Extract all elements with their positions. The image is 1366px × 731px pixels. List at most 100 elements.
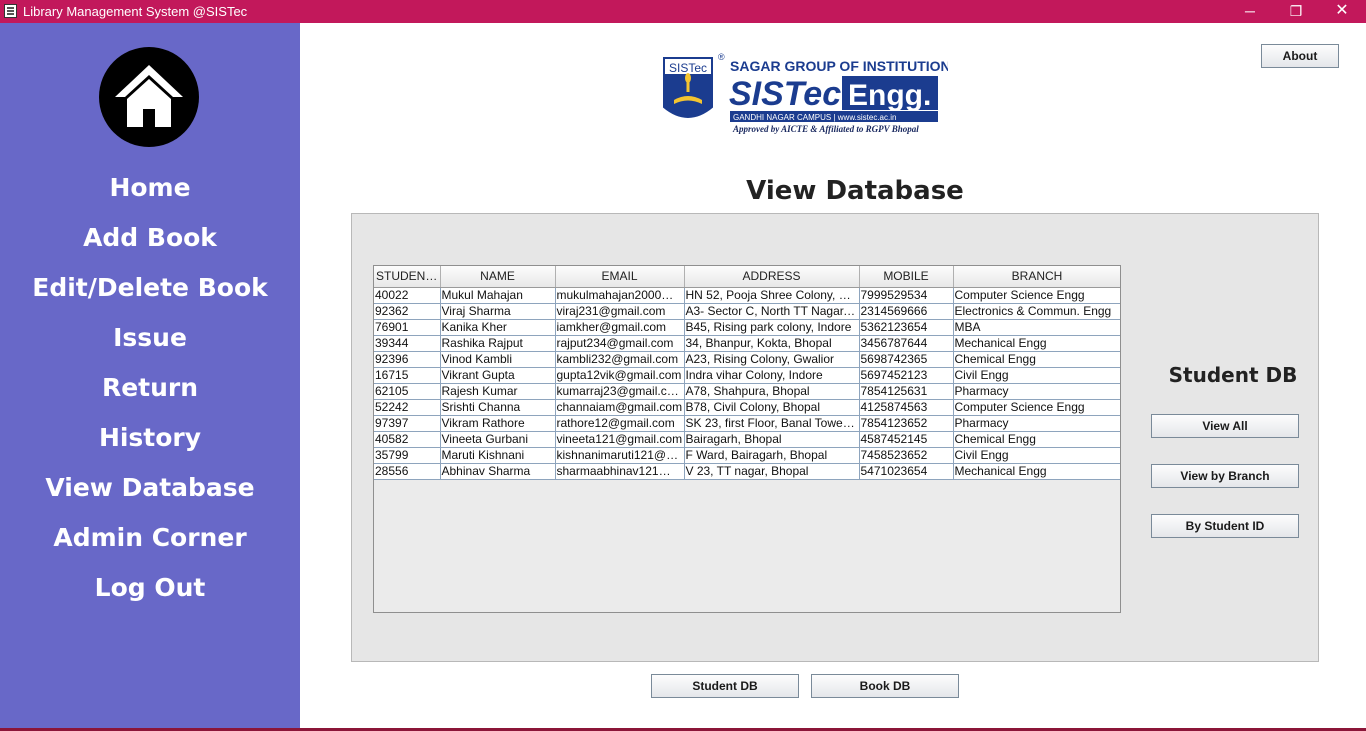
table-cell[interactable]: 7854125631	[859, 383, 954, 400]
home-icon-button[interactable]	[99, 47, 199, 147]
table-cell[interactable]: Computer Science Engg	[953, 399, 1120, 416]
table-row[interactable]: 62105 Rajesh Kumar kumarraj23@gmail.com A78…	[374, 383, 1120, 400]
sidebar-item-view-database[interactable]: View Database	[0, 473, 300, 503]
table-cell[interactable]: Chemical Engg	[953, 351, 1120, 368]
table-cell[interactable]: 52242	[374, 399, 441, 416]
table-cell[interactable]: B45, Rising park colony, Indore	[684, 319, 860, 336]
table-row[interactable]: 92362 Viraj Sharma viraj231@gmail.com A3- S…	[374, 303, 1120, 320]
table-row[interactable]: 97397 Vikram Rathore rathore12@gmail.com SK…	[374, 415, 1120, 432]
table-cell[interactable]: Viraj Sharma	[440, 303, 556, 320]
sidebar-item-issue[interactable]: Issue	[0, 323, 300, 353]
table-cell[interactable]: 7458523652	[859, 447, 954, 464]
table-cell[interactable]: gupta12vik@gmail.com	[555, 367, 685, 384]
table-cell[interactable]: 2314569666	[859, 303, 954, 320]
table-cell[interactable]: viraj231@gmail.com	[555, 303, 685, 320]
table-cell[interactable]: Vikram Rathore	[440, 415, 556, 432]
table-cell[interactable]: 5698742365	[859, 351, 954, 368]
table-cell[interactable]: 7999529534	[859, 287, 954, 304]
table-cell[interactable]: Civil Engg	[953, 367, 1120, 384]
table-cell[interactable]: Mechanical Engg	[953, 463, 1120, 480]
table-cell[interactable]: mukulmahajan2000@gmail.com	[555, 287, 685, 304]
table-row[interactable]: 28556Abhinav Sharmasharmaabhinav121@gmai…	[374, 463, 1120, 480]
about-button[interactable]: About	[1261, 44, 1339, 68]
table-cell[interactable]: rajput234@gmail.com	[555, 335, 685, 352]
table-cell[interactable]: Pharmacy	[953, 383, 1120, 400]
table-cell[interactable]: A3- Sector C, North TT Nagar, Bhopal	[684, 303, 860, 320]
table-cell[interactable]: 92396	[374, 351, 441, 368]
book-db-button[interactable]: Book DB	[811, 674, 959, 698]
table-cell[interactable]: V 23, TT nagar, Bhopal	[684, 463, 860, 480]
table-cell[interactable]: Mukul Mahajan	[440, 287, 556, 304]
maximize-button[interactable]: ❐	[1273, 0, 1319, 23]
table-row[interactable]: 35799 Maruti Kishnani kishnanimaruti121@gm…	[374, 447, 1120, 464]
minimize-button[interactable]: ─	[1227, 0, 1273, 23]
table-cell[interactable]: Mechanical Engg	[953, 335, 1120, 352]
sidebar-item-log-out[interactable]: Log Out	[0, 573, 300, 603]
table-cell[interactable]: 28556	[374, 463, 441, 480]
by-student-id-button[interactable]: By Student ID	[1151, 514, 1299, 538]
sidebar-item-edit-delete-book[interactable]: Edit/Delete Book	[0, 273, 300, 303]
column-header[interactable]: ADDRESS	[684, 266, 860, 288]
table-cell[interactable]: sharmaabhinav121@gmail.com	[555, 463, 685, 480]
table-cell[interactable]: 5697452123	[859, 367, 954, 384]
column-header[interactable]: EMAIL	[555, 266, 685, 288]
view-all-button[interactable]: View All	[1151, 414, 1299, 438]
table-row[interactable]: 16715 Vikrant Gupta gupta12vik@gmail.com In…	[374, 367, 1120, 384]
table-cell[interactable]: 40582	[374, 431, 441, 448]
table-cell[interactable]: Vikrant Gupta	[440, 367, 556, 384]
table-cell[interactable]: 5471023654	[859, 463, 954, 480]
table-cell[interactable]: Rashika Rajput	[440, 335, 556, 352]
table-cell[interactable]: 34, Bhanpur, Kokta, Bhopal	[684, 335, 860, 352]
table-cell[interactable]: Abhinav Sharma	[440, 463, 556, 480]
table-cell[interactable]: 5362123654	[859, 319, 954, 336]
table-cell[interactable]: 16715	[374, 367, 441, 384]
table-cell[interactable]: Vineeta Gurbani	[440, 431, 556, 448]
table-cell[interactable]: B78, Civil Colony, Bhopal	[684, 399, 860, 416]
table-row[interactable]: 40022Mukul Mahajanmukulmahajan2000@gmail…	[374, 287, 1120, 304]
table-cell[interactable]: F Ward, Bairagarh, Bhopal	[684, 447, 860, 464]
table-cell[interactable]: iamkher@gmail.com	[555, 319, 685, 336]
table-cell[interactable]: Chemical Engg	[953, 431, 1120, 448]
table-cell[interactable]: vineeta121@gmail.com	[555, 431, 685, 448]
column-header[interactable]: MOBILE	[859, 266, 954, 288]
sidebar-item-add-book[interactable]: Add Book	[0, 223, 300, 253]
sidebar-item-home[interactable]: Home	[0, 173, 300, 203]
table-cell[interactable]: kumarraj23@gmail.com	[555, 383, 685, 400]
table-cell[interactable]: 4125874563	[859, 399, 954, 416]
table-cell[interactable]: Electronics & Commun. Engg	[953, 303, 1120, 320]
table-cell[interactable]: Vinod Kambli	[440, 351, 556, 368]
table-cell[interactable]: Indra vihar Colony, Indore	[684, 367, 860, 384]
sidebar-item-history[interactable]: History	[0, 423, 300, 453]
table-cell[interactable]: 39344	[374, 335, 441, 352]
table-row[interactable]: 52242 Srishti Channa channaiam@gmail.com B7…	[374, 399, 1120, 416]
table-cell[interactable]: A23, Rising Colony, Gwalior	[684, 351, 860, 368]
sidebar-item-return[interactable]: Return	[0, 373, 300, 403]
table-cell[interactable]: Kanika Kher	[440, 319, 556, 336]
table-cell[interactable]: kambli232@gmail.com	[555, 351, 685, 368]
table-cell[interactable]: 62105	[374, 383, 441, 400]
view-by-branch-button[interactable]: View by Branch	[1151, 464, 1299, 488]
table-cell[interactable]: SK 23, first Floor, Banal Tower, Bhopal	[684, 415, 860, 432]
table-cell[interactable]: rathore12@gmail.com	[555, 415, 685, 432]
table-row[interactable]: 39344 Rashika Rajput rajput234@gmail.com 34…	[374, 335, 1120, 352]
table-cell[interactable]: Rajesh Kumar	[440, 383, 556, 400]
student-db-button[interactable]: Student DB	[651, 674, 799, 698]
table-cell[interactable]: Civil Engg	[953, 447, 1120, 464]
table-cell[interactable]: Pharmacy	[953, 415, 1120, 432]
table-cell[interactable]: 3456787644	[859, 335, 954, 352]
table-row[interactable]: 92396 Vinod Kambli kambli232@gmail.com A23,…	[374, 351, 1120, 368]
table-cell[interactable]: 4587452145	[859, 431, 954, 448]
table-cell[interactable]: HN 52, Pooja Shree Colony, Bhopal	[684, 287, 860, 304]
table-cell[interactable]: Srishti Channa	[440, 399, 556, 416]
table-cell[interactable]: A78, Shahpura, Bhopal	[684, 383, 860, 400]
table-cell[interactable]: Maruti Kishnani	[440, 447, 556, 464]
column-header[interactable]: STUDENT_ID	[374, 266, 441, 288]
table-cell[interactable]: 92362	[374, 303, 441, 320]
table-cell[interactable]: MBA	[953, 319, 1120, 336]
sidebar-item-admin-corner[interactable]: Admin Corner	[0, 523, 300, 553]
table-cell[interactable]: Computer Science Engg	[953, 287, 1120, 304]
table-cell[interactable]: channaiam@gmail.com	[555, 399, 685, 416]
table-cell[interactable]: 76901	[374, 319, 441, 336]
table-cell[interactable]: 35799	[374, 447, 441, 464]
student-table[interactable]: STUDENT_IDNAMEEMAILADDRESSMOBILEBRANCH 4…	[373, 265, 1121, 613]
